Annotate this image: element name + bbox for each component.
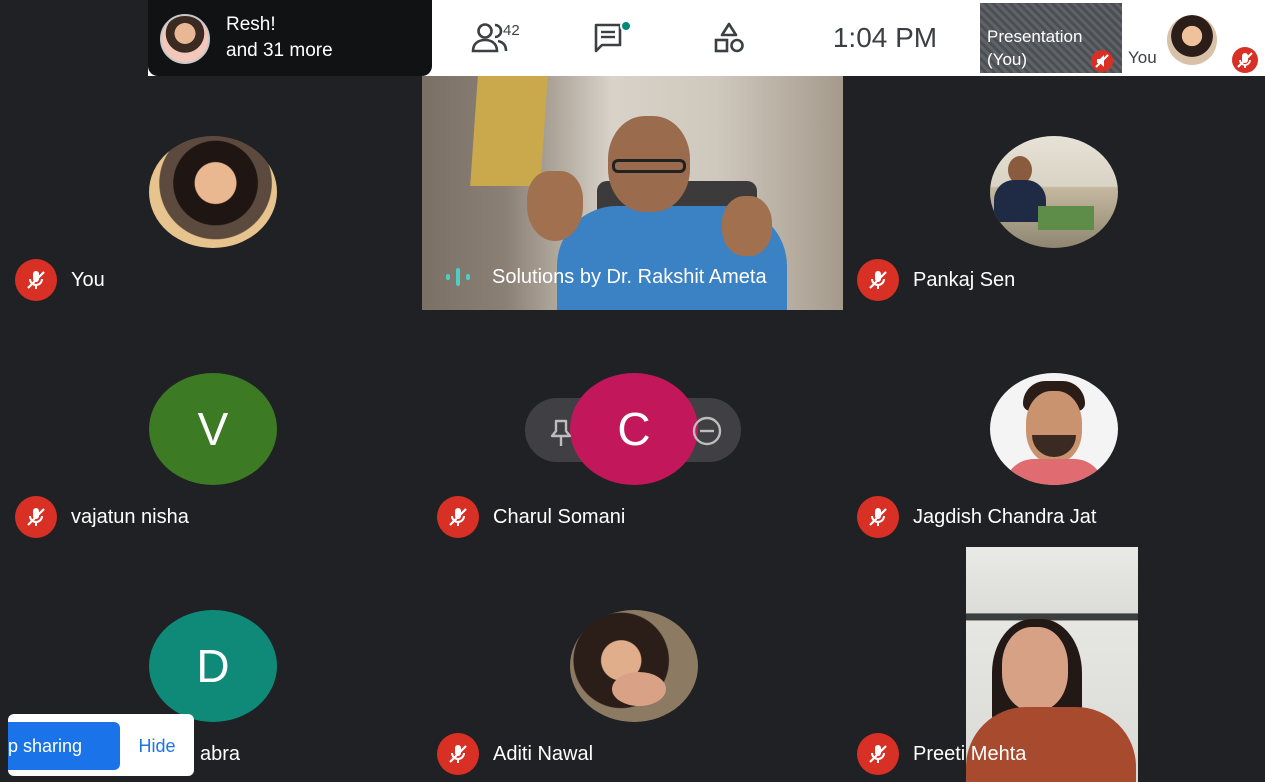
tile-you[interactable]: You bbox=[15, 259, 105, 301]
participant-name: abra bbox=[200, 742, 241, 765]
hide-sharing-bar-button[interactable]: Hide bbox=[124, 722, 190, 770]
participant-name: Pankaj Sen bbox=[913, 268, 1016, 291]
avatar-you bbox=[149, 136, 277, 248]
tile-jagdish-chandra-jat[interactable]: Jagdish Chandra Jat bbox=[857, 496, 1096, 538]
presentation-label: Presentation (You) bbox=[987, 27, 1083, 69]
people-count-badge: 42 bbox=[503, 22, 520, 39]
mic-off-icon bbox=[437, 496, 479, 538]
participant-preview[interactable]: Resh! and 31 more bbox=[148, 0, 432, 76]
presentation-mute-icon bbox=[1091, 50, 1113, 72]
meeting-clock: 1:04 PM bbox=[832, 22, 938, 53]
chat-unread-dot bbox=[620, 20, 632, 32]
avatar-vajatun-nisha: V bbox=[149, 373, 277, 485]
tile-charul-somani[interactable]: Charul Somani bbox=[437, 496, 625, 538]
mic-off-icon bbox=[857, 496, 899, 538]
mic-off-icon bbox=[15, 496, 57, 538]
remove-icon[interactable] bbox=[690, 414, 724, 453]
mic-off-icon bbox=[15, 259, 57, 301]
tile-aditi-nawal[interactable]: Aditi Nawal bbox=[437, 733, 593, 775]
participant-name: vajatun nisha bbox=[71, 505, 189, 528]
speaker-glasses bbox=[612, 159, 686, 173]
stop-sharing-button[interactable]: p sharing bbox=[8, 722, 120, 770]
wall-poster bbox=[470, 76, 548, 186]
participant-name: Preeti Mehta bbox=[913, 742, 1027, 765]
activities-icon bbox=[714, 22, 744, 53]
participant-preview-avatar bbox=[160, 14, 210, 64]
participant-preview-more: and 31 more bbox=[226, 40, 333, 61]
chat-button[interactable] bbox=[582, 0, 638, 76]
avatar-d: D bbox=[149, 610, 277, 722]
tile-preeti-mehta[interactable]: Preeti Mehta bbox=[857, 733, 1026, 775]
speaking-indicator-icon bbox=[444, 263, 472, 291]
self-thumbnail-avatar bbox=[1167, 15, 1217, 65]
preeti-head bbox=[1002, 627, 1068, 711]
self-mic-off-icon bbox=[1232, 47, 1258, 73]
avatar-charul-somani: C bbox=[570, 373, 698, 485]
tile-pankaj-sen[interactable]: Pankaj Sen bbox=[857, 259, 1015, 301]
tile-vajatun-nisha[interactable]: vajatun nisha bbox=[15, 496, 189, 538]
self-thumbnail-label: You bbox=[1128, 48, 1157, 67]
mic-off-icon bbox=[437, 733, 479, 775]
participant-name: Solutions by Dr. Rakshit Ameta bbox=[492, 265, 767, 288]
participant-preview-name: Resh! bbox=[226, 14, 276, 35]
participant-name: You bbox=[71, 268, 105, 291]
activities-button[interactable] bbox=[700, 0, 758, 76]
mic-off-icon bbox=[857, 259, 899, 301]
participant-name: Charul Somani bbox=[493, 505, 626, 528]
participant-name: Aditi Nawal bbox=[493, 742, 594, 765]
tile-speaker: Solutions by Dr. Rakshit Ameta bbox=[444, 263, 767, 291]
avatar-pankaj-sen bbox=[990, 136, 1118, 248]
avatar-jagdish-chandra-jat bbox=[990, 373, 1118, 485]
pin-icon[interactable] bbox=[548, 418, 574, 453]
top-bar-left-blank bbox=[0, 0, 148, 76]
mic-off-icon bbox=[857, 733, 899, 775]
speaker-hand-right bbox=[722, 196, 772, 256]
avatar-aditi-nawal bbox=[570, 610, 698, 722]
speaker-hand-left bbox=[527, 171, 583, 241]
participant-name: Jagdish Chandra Jat bbox=[913, 505, 1097, 528]
